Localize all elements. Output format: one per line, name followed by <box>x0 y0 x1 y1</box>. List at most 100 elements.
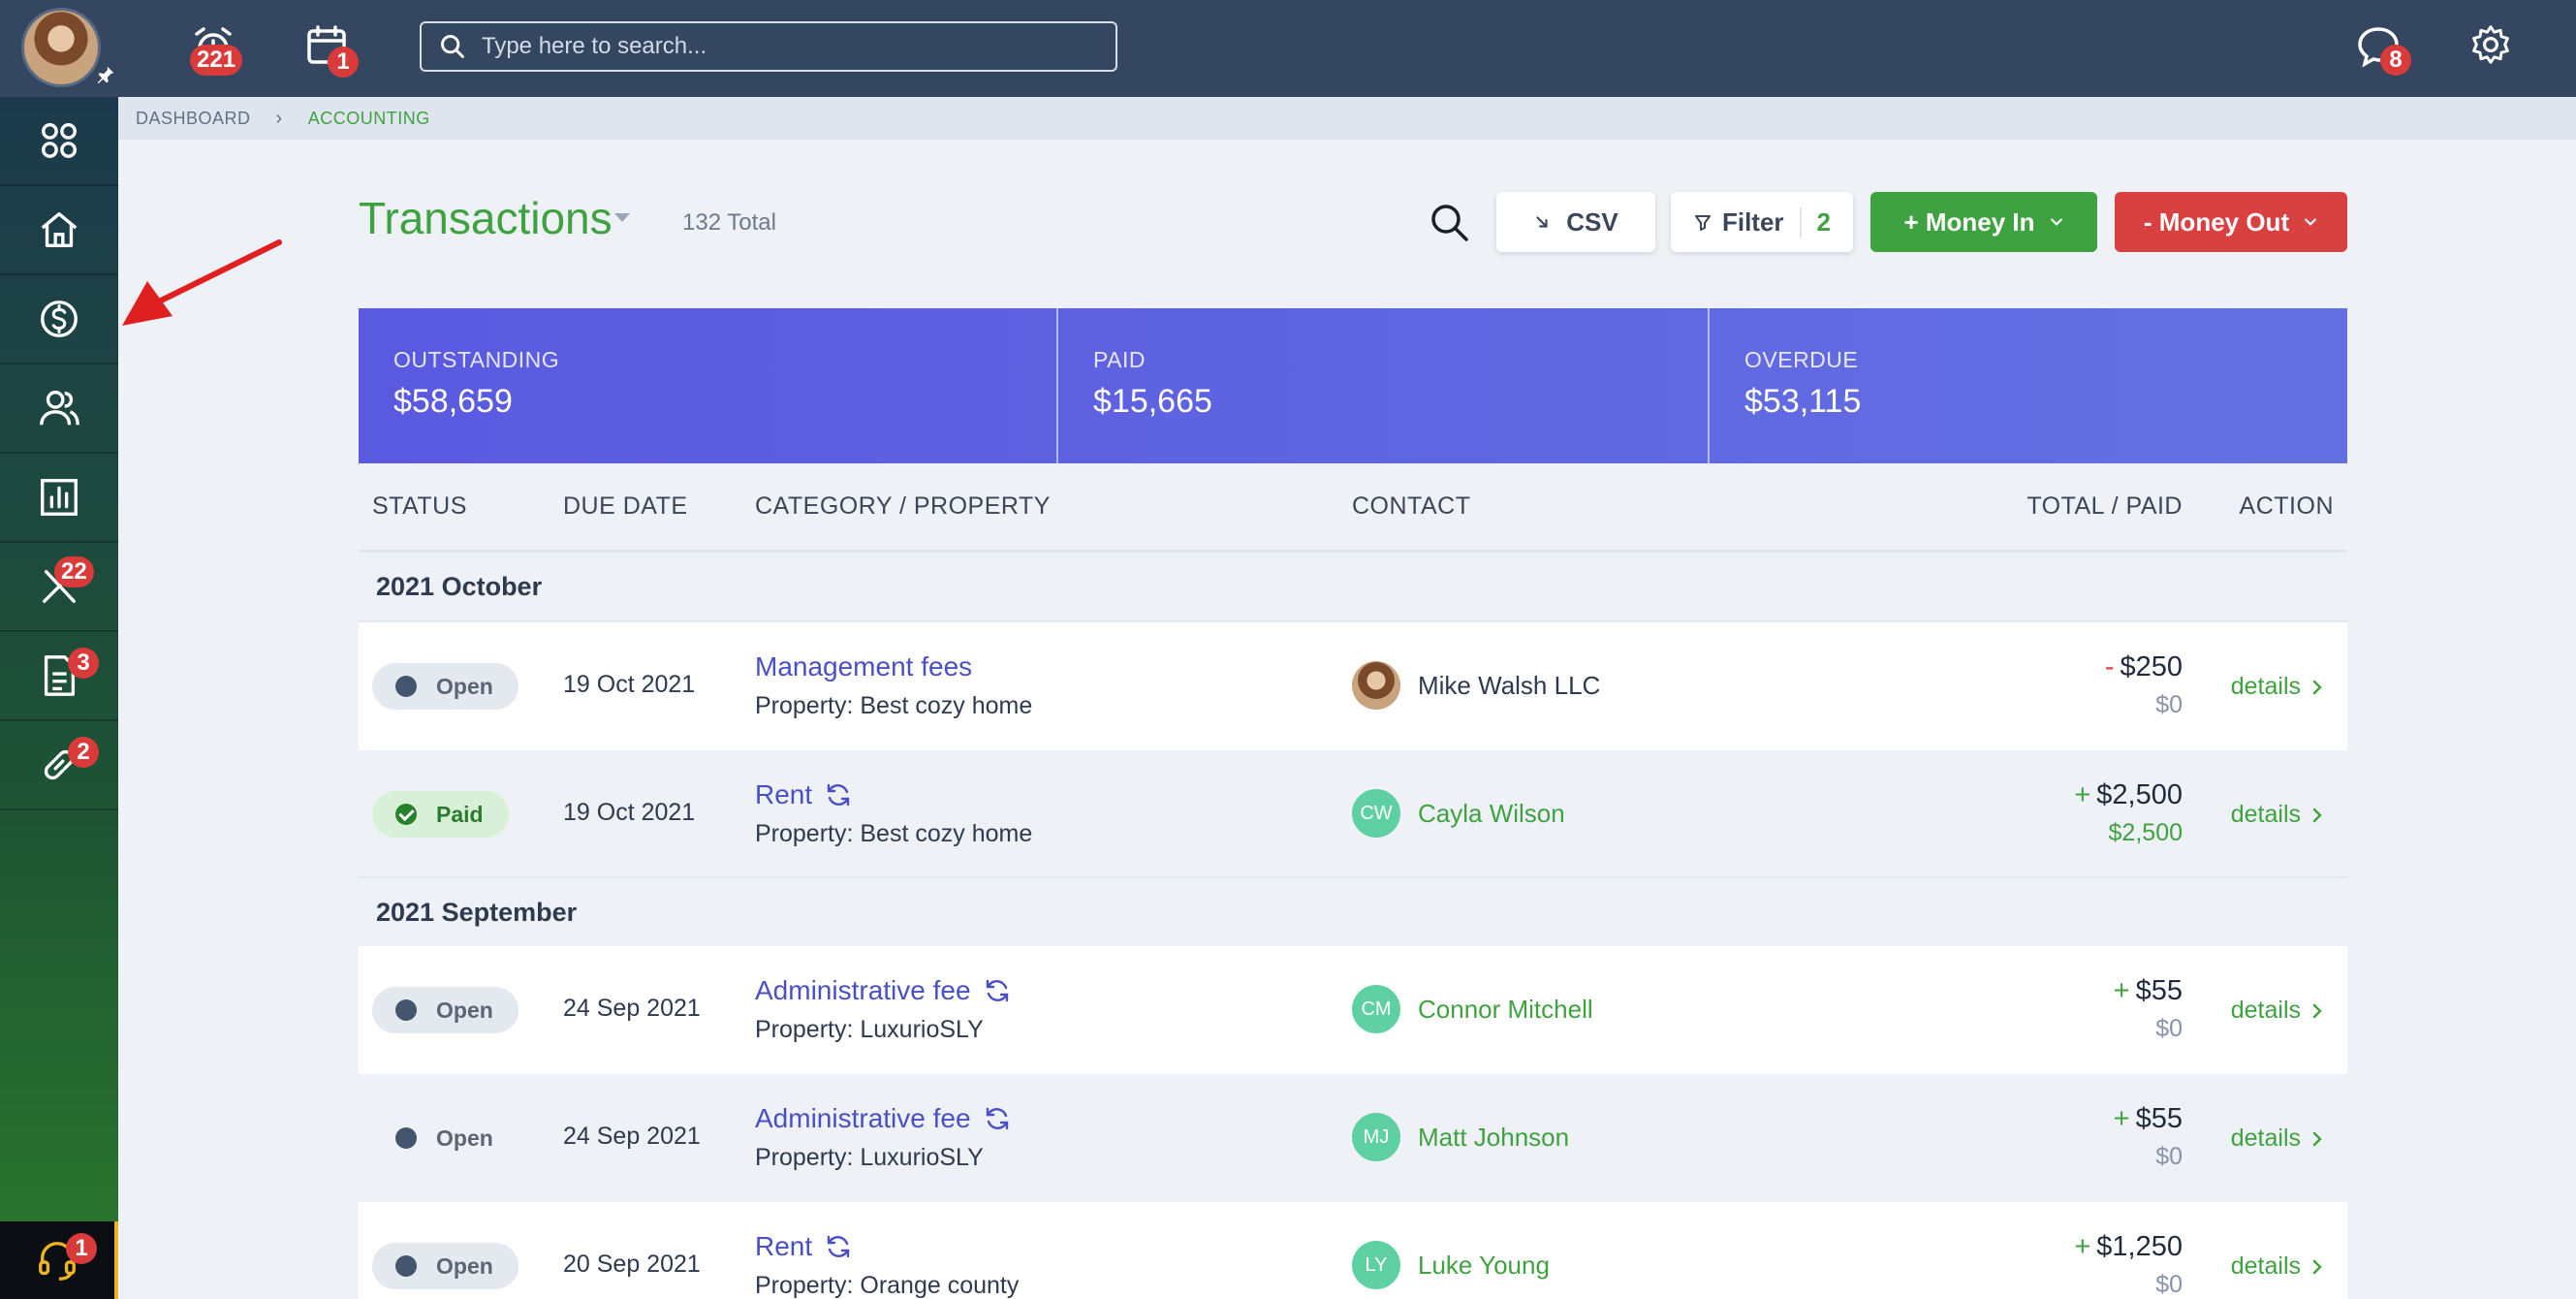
contact-cell[interactable]: MJ Matt Johnson <box>1352 1113 1569 1161</box>
pin-icon <box>97 66 114 84</box>
category-link[interactable]: Rent <box>755 1231 853 1262</box>
summary-paid[interactable]: PAID $15,665 <box>1056 308 1708 463</box>
calendar-button[interactable]: 1 <box>304 23 359 78</box>
apps-grid-icon <box>42 123 77 158</box>
avatar: CM <box>1352 985 1400 1033</box>
filter-button[interactable]: Filter 2 <box>1671 192 1853 252</box>
sidebar: 22 3 2 1 <box>0 97 118 1299</box>
global-search[interactable] <box>420 21 1117 72</box>
sidebar-item-links[interactable]: 2 <box>0 721 118 810</box>
table-row[interactable]: Paid 19 Oct 2021 Rent Property: Best coz… <box>359 750 2347 878</box>
money-out-button[interactable]: - Money Out <box>2115 192 2347 252</box>
user-avatar[interactable] <box>21 8 101 87</box>
summary-band: OUTSTANDING $58,659 PAID $15,665 OVERDUE… <box>359 308 2347 463</box>
category-cell: Rent Property: Best cozy home <box>755 779 1032 848</box>
breadcrumb-dashboard[interactable]: DASHBOARD <box>136 109 251 129</box>
status-badge: Open <box>372 1115 518 1161</box>
filter-label: Filter <box>1721 206 1784 237</box>
details-link[interactable]: details <box>2231 997 2324 1025</box>
contact-name: Cayla Wilson <box>1418 798 1565 828</box>
category-link[interactable]: Administrative fee <box>755 975 1012 1006</box>
status-label: Open <box>436 1252 493 1279</box>
table-row[interactable]: Open 20 Sep 2021 Rent Property: Orange c… <box>359 1202 2347 1299</box>
amount-cell: - $250 $0 <box>2105 651 2183 719</box>
contact-cell[interactable]: LY Luke Young <box>1352 1241 1550 1289</box>
contact-name: Matt Johnson <box>1418 1122 1570 1152</box>
tools-badge: 22 <box>54 556 94 587</box>
messages-badge: 8 <box>2380 45 2411 76</box>
money-out-label: - Money Out <box>2143 206 2290 237</box>
contact-cell[interactable]: CW Cayla Wilson <box>1352 789 1565 838</box>
column-category[interactable]: CATEGORY / PROPERTY <box>755 492 1051 521</box>
details-link[interactable]: details <box>2231 673 2324 701</box>
home-icon <box>41 212 78 247</box>
column-due-date[interactable]: DUE DATE <box>563 492 688 521</box>
amount-sign: + <box>2074 779 2091 810</box>
contact-cell[interactable]: CM Connor Mitchell <box>1352 985 1593 1033</box>
category-cell: Management fees Property: Best cozy home <box>755 651 1032 720</box>
status-dot-icon <box>395 999 417 1021</box>
sidebar-item-reports[interactable] <box>0 454 118 543</box>
caret-down-icon[interactable] <box>614 213 630 222</box>
details-link[interactable]: details <box>2231 1252 2324 1281</box>
sidebar-item-apps[interactable] <box>0 97 118 186</box>
contact-cell[interactable]: Mike Walsh LLC <box>1352 661 1600 710</box>
category-label: Rent <box>755 779 813 809</box>
category-link[interactable]: Administrative fee <box>755 1103 1012 1134</box>
category-link[interactable]: Management fees <box>755 651 972 682</box>
summary-overdue[interactable]: OVERDUE $53,115 <box>1708 308 2347 463</box>
calendar-badge: 1 <box>328 47 359 78</box>
column-contact[interactable]: CONTACT <box>1352 492 1470 521</box>
amount-total: $1,250 <box>2096 1231 2183 1262</box>
column-total[interactable]: TOTAL / PAID <box>2026 492 2183 521</box>
money-in-label: + Money In <box>1903 206 2035 237</box>
settings-button[interactable] <box>2469 23 2516 70</box>
csv-button[interactable]: CSV <box>1496 192 1655 252</box>
csv-label: CSV <box>1566 206 1618 237</box>
table-row[interactable]: Open 24 Sep 2021 Administrative fee Prop… <box>359 1074 2347 1202</box>
summary-outstanding[interactable]: OUTSTANDING $58,659 <box>359 308 1056 463</box>
sidebar-item-home[interactable] <box>0 186 118 275</box>
amount-paid: $0 <box>2155 1271 2183 1298</box>
outstanding-value: $58,659 <box>393 383 513 420</box>
documents-badge: 3 <box>68 648 99 679</box>
sidebar-item-documents[interactable]: 3 <box>0 632 118 721</box>
sidebar-item-maintenance[interactable]: 22 <box>0 543 118 632</box>
due-date: 20 Sep 2021 <box>563 1251 701 1278</box>
category-cell: Administrative fee Property: LuxurioSLY <box>755 975 1012 1044</box>
sidebar-item-accounting[interactable] <box>0 275 118 364</box>
property-label: Property: Best cozy home <box>755 820 1033 847</box>
details-label: details <box>2230 801 2301 828</box>
support-button[interactable]: 1 <box>0 1221 118 1299</box>
dollar-circle-icon <box>41 301 78 337</box>
alarm-button[interactable]: 221 <box>190 23 243 76</box>
details-link[interactable]: details <box>2231 1125 2324 1153</box>
contact-name: Connor Mitchell <box>1418 994 1593 1024</box>
group-header: 2021 October <box>359 553 2347 622</box>
users-icon <box>40 391 79 426</box>
category-link[interactable]: Rent <box>755 779 853 810</box>
sidebar-item-contacts[interactable] <box>0 364 118 454</box>
page-title[interactable]: Transactions <box>359 192 613 244</box>
links-badge: 2 <box>68 737 99 768</box>
status-label: Paid <box>436 801 484 827</box>
status-badge: Open <box>372 987 518 1033</box>
messages-button[interactable]: 8 <box>2355 23 2411 76</box>
avatar: LY <box>1352 1241 1400 1289</box>
recurring-icon <box>986 1107 1008 1130</box>
filter-count: 2 <box>1799 206 1831 238</box>
check-circle-icon <box>395 804 417 825</box>
chevron-down-icon <box>2305 218 2316 226</box>
money-in-button[interactable]: + Money In <box>1870 192 2097 252</box>
table-row[interactable]: Open 19 Oct 2021 Management fees Propert… <box>359 622 2347 750</box>
chevron-right-icon <box>2312 1003 2322 1018</box>
table-row[interactable]: Open 24 Sep 2021 Administrative fee Prop… <box>359 946 2347 1074</box>
search-input[interactable] <box>482 33 1083 60</box>
search-icon[interactable] <box>1429 202 1471 244</box>
amount-cell: + $55 $0 <box>2114 975 2183 1043</box>
column-status[interactable]: STATUS <box>372 492 467 521</box>
chevron-right-icon: › <box>275 107 283 129</box>
status-dot-icon <box>395 1255 417 1277</box>
details-label: details <box>2230 1252 2301 1280</box>
details-link[interactable]: details <box>2231 801 2324 829</box>
